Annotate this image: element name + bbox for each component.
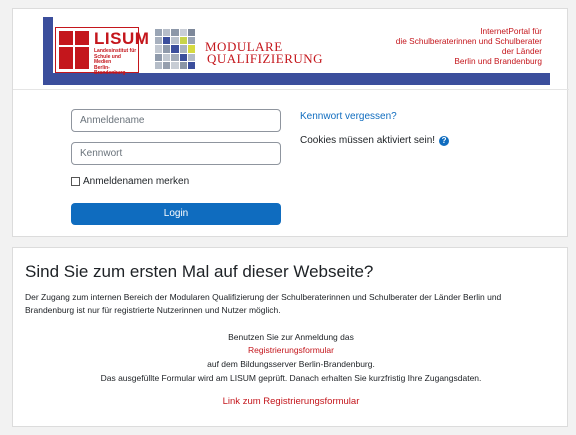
access-paragraph: Der Zugang zum internen Bereich der Modu… — [25, 292, 502, 315]
lisum-logo: LISUM Landesinstitut für Schule und Medi… — [55, 27, 149, 76]
registration-form-link[interactable]: Registrierungsformular — [13, 344, 569, 357]
registration-form-link-2[interactable]: Link zum Registrierungsformular — [13, 395, 569, 408]
header-banner: LISUM Landesinstitut für Schule und Medi… — [43, 17, 550, 85]
username-placeholder: Anmeldename — [80, 115, 145, 126]
password-input[interactable]: Kennwort — [71, 142, 281, 165]
cookies-text: Cookies müssen aktiviert sein! — [300, 135, 436, 146]
remember-username[interactable]: Anmeldenamen merken — [71, 176, 189, 187]
check-text: Das ausgefüllte Formular wird am LISUM g… — [100, 373, 482, 383]
server-text: auf dem Bildungsserver Berlin-Brandenbur… — [207, 359, 375, 369]
password-placeholder: Kennwort — [80, 148, 123, 159]
login-card: LISUM Landesinstitut für Schule und Medi… — [12, 8, 569, 237]
first-visit-card: Sind Sie zum ersten Mal auf dieser Webse… — [12, 247, 568, 427]
forgot-password-link[interactable]: Kennwort vergessen? — [300, 111, 397, 122]
login-button[interactable]: Login — [71, 203, 281, 225]
modulare-qualifizierung-logo: MODULARE QUALIFIZIERUNG — [205, 39, 324, 66]
username-input[interactable]: Anmeldename — [71, 109, 281, 132]
grid-logo — [155, 29, 195, 69]
remember-checkbox[interactable] — [71, 177, 80, 186]
use-text: Benutzen Sie zur Anmeldung das — [228, 332, 354, 342]
divider — [13, 89, 569, 90]
lisum-title: LISUM — [94, 29, 150, 48]
lisum-subtitle: Landesinstitut für Schule und Medien Ber… — [94, 48, 137, 77]
remember-label: Anmeldenamen merken — [83, 176, 190, 187]
first-visit-title: Sind Sie zum ersten Mal auf dieser Webse… — [25, 262, 374, 281]
question-circle-icon[interactable]: ? — [439, 135, 450, 146]
cookies-notice: Cookies müssen aktiviert sein! ? — [300, 135, 450, 146]
portal-caption: InternetPortal für die Schulberaterinnen… — [395, 26, 542, 66]
